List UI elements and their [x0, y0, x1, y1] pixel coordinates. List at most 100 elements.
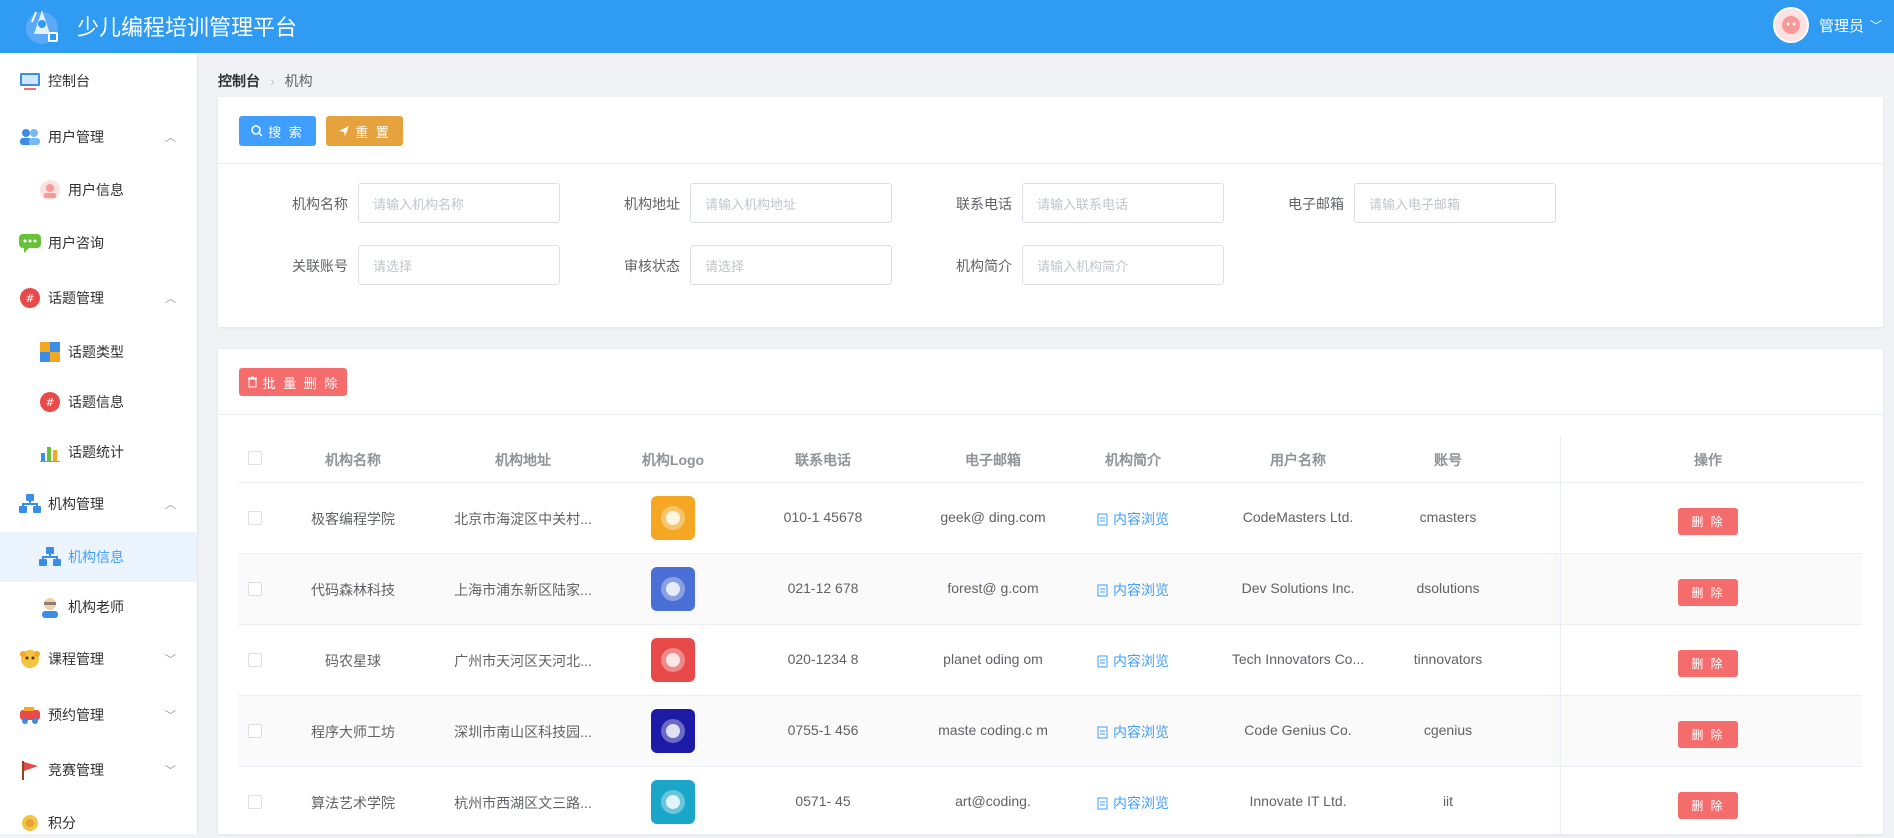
batch-delete-button[interactable]: 批 量 删 除	[239, 368, 347, 396]
org-address-label: 机构地址	[624, 196, 680, 212]
col-header-user: 用户名称	[1270, 452, 1326, 468]
sidebar-item-label: 用户信息	[68, 182, 124, 198]
org-logo-image	[651, 567, 695, 611]
org-name-label: 机构名称	[292, 196, 348, 212]
cell-user-name: Innovate IT Ltd.	[1249, 793, 1347, 809]
user-avatar-icon	[38, 178, 62, 202]
row-checkbox[interactable]	[248, 582, 262, 596]
fixed-column-shadow	[1560, 436, 1561, 834]
row-checkbox[interactable]	[248, 795, 262, 809]
search-icon	[251, 125, 263, 137]
sidebar-item-user-consult[interactable]: 用户咨询	[0, 218, 197, 268]
delete-button[interactable]: 删 除	[1678, 721, 1738, 748]
cell-email: forest@ g.com	[947, 580, 1039, 596]
app-title: 少儿编程培训管理平台	[77, 15, 298, 40]
sidebar-item-user-info[interactable]: 用户信息	[0, 165, 197, 215]
view-content-label: 内容浏览	[1113, 511, 1169, 527]
linked-account-label: 关联账号	[292, 258, 348, 274]
sidebar-item-user-management[interactable]: 用户管理 ︿	[0, 112, 197, 162]
row-checkbox[interactable]	[248, 653, 262, 667]
user-name: 管理员	[1818, 17, 1864, 35]
email-label: 电子邮箱	[1288, 196, 1344, 212]
col-header-account: 账号	[1434, 452, 1462, 468]
view-content-link[interactable]: 内容浏览	[1078, 793, 1188, 813]
sidebar-item-label: 话题管理	[48, 290, 104, 306]
sidebar-item-label: 预约管理	[48, 707, 104, 723]
top-bar: 少儿编程培训管理平台 管理员 ﹀	[0, 0, 1894, 53]
document-icon	[1097, 584, 1108, 596]
breadcrumb-root[interactable]: 控制台	[218, 73, 260, 89]
sidebar-item-org-info[interactable]: 机构信息	[0, 532, 197, 582]
email-input[interactable]: 请输入电子邮箱	[1354, 183, 1556, 223]
view-content-link[interactable]: 内容浏览	[1078, 722, 1188, 742]
cell-phone: 0571- 45	[795, 793, 851, 809]
divider	[218, 414, 1883, 415]
chevron-up-icon: ︿	[165, 293, 176, 305]
sidebar-item-topic-info[interactable]: # 话题信息	[0, 377, 197, 427]
cell-org-name: 程序大师工坊	[311, 724, 395, 740]
view-content-label: 内容浏览	[1113, 582, 1169, 598]
review-status-select[interactable]: 请选择	[690, 245, 892, 285]
sidebar-item-topic-stats[interactable]: 话题统计	[0, 427, 197, 477]
chat-icon	[18, 231, 42, 255]
trash-icon	[247, 376, 257, 388]
hash-icon: #	[38, 390, 62, 414]
sidebar-item-org-management[interactable]: 机构管理 ︿	[0, 479, 197, 529]
sidebar-item-dashboard[interactable]: 控制台	[0, 56, 197, 106]
sidebar-item-points[interactable]: 积分	[0, 798, 197, 834]
sidebar-item-label: 竞赛管理	[48, 762, 104, 778]
breadcrumb-current: 机构	[284, 73, 313, 89]
view-content-link[interactable]: 内容浏览	[1078, 651, 1188, 671]
topic-icon: #	[18, 286, 42, 310]
view-content-link[interactable]: 内容浏览	[1078, 580, 1188, 600]
org-intro-input[interactable]: 请输入机构简介	[1022, 245, 1224, 285]
sidebar-item-course-management[interactable]: 课程管理 ﹀	[0, 634, 197, 684]
view-content-label: 内容浏览	[1113, 724, 1169, 740]
linked-account-select[interactable]: 请选择	[358, 245, 560, 285]
cell-user-name: CodeMasters Ltd.	[1242, 509, 1354, 525]
cell-org-name: 代码森林科技	[311, 582, 395, 598]
org-name-input[interactable]: 请输入机构名称	[358, 183, 560, 223]
sidebar: 控制台 用户管理 ︿ 用户信息 用户咨询 # 话题管理 ︿ 话题类型 # 话题信…	[0, 53, 198, 834]
reset-button[interactable]: 重 置	[326, 116, 403, 146]
chevron-down-icon: ﹀	[165, 765, 176, 777]
org-logo-image	[651, 638, 695, 682]
sidebar-item-org-teacher[interactable]: 机构老师	[0, 582, 197, 632]
row-checkbox[interactable]	[248, 724, 262, 738]
cell-user-name: Code Genius Co.	[1244, 722, 1352, 738]
table-panel: 批 量 删 除 机构名称 机构地址 机构Logo 联系电话 电子邮箱 机构简介 …	[218, 349, 1883, 838]
cell-org-address: 北京市海淀区中关村...	[454, 511, 592, 527]
view-content-link[interactable]: 内容浏览	[1078, 509, 1188, 529]
delete-button[interactable]: 删 除	[1678, 792, 1738, 819]
sidebar-item-contest-management[interactable]: 竞赛管理 ﹀	[0, 745, 197, 795]
dashboard-icon	[18, 69, 42, 93]
delete-button[interactable]: 删 除	[1678, 508, 1738, 535]
search-button[interactable]: 搜 索	[239, 116, 316, 146]
bar-chart-icon	[38, 440, 62, 464]
cell-org-address: 深圳市南山区科技园...	[454, 724, 592, 740]
org-logo-image	[651, 496, 695, 540]
col-header-actions: 操作	[1694, 452, 1722, 468]
select-all-checkbox[interactable]	[248, 451, 262, 465]
user-menu[interactable]: 管理员 ﹀	[1772, 7, 1882, 43]
svg-text:#: #	[45, 396, 54, 409]
delete-button[interactable]: 删 除	[1678, 579, 1738, 606]
cell-org-address: 广州市天河区天河北...	[454, 653, 592, 669]
chevron-down-icon: ﹀	[165, 710, 176, 722]
sidebar-item-topic-management[interactable]: # 话题管理 ︿	[0, 273, 197, 323]
col-header-phone: 联系电话	[795, 452, 851, 468]
cell-org-name: 码农星球	[325, 653, 381, 669]
sidebar-item-topic-type[interactable]: 话题类型	[0, 327, 197, 377]
org-intro-label: 机构简介	[956, 258, 1012, 274]
breadcrumb: 控制台 › 机构	[218, 71, 313, 91]
org-icon	[18, 492, 42, 516]
cell-org-name: 极客编程学院	[311, 511, 395, 527]
sidebar-item-label: 课程管理	[48, 651, 104, 667]
phone-input[interactable]: 请输入联系电话	[1022, 183, 1224, 223]
delete-button[interactable]: 删 除	[1678, 650, 1738, 677]
org-address-input[interactable]: 请输入机构地址	[690, 183, 892, 223]
row-checkbox[interactable]	[248, 511, 262, 525]
document-icon	[1097, 797, 1108, 809]
sidebar-item-booking-management[interactable]: 预约管理 ﹀	[0, 690, 197, 740]
sidebar-item-label: 机构管理	[48, 496, 104, 512]
